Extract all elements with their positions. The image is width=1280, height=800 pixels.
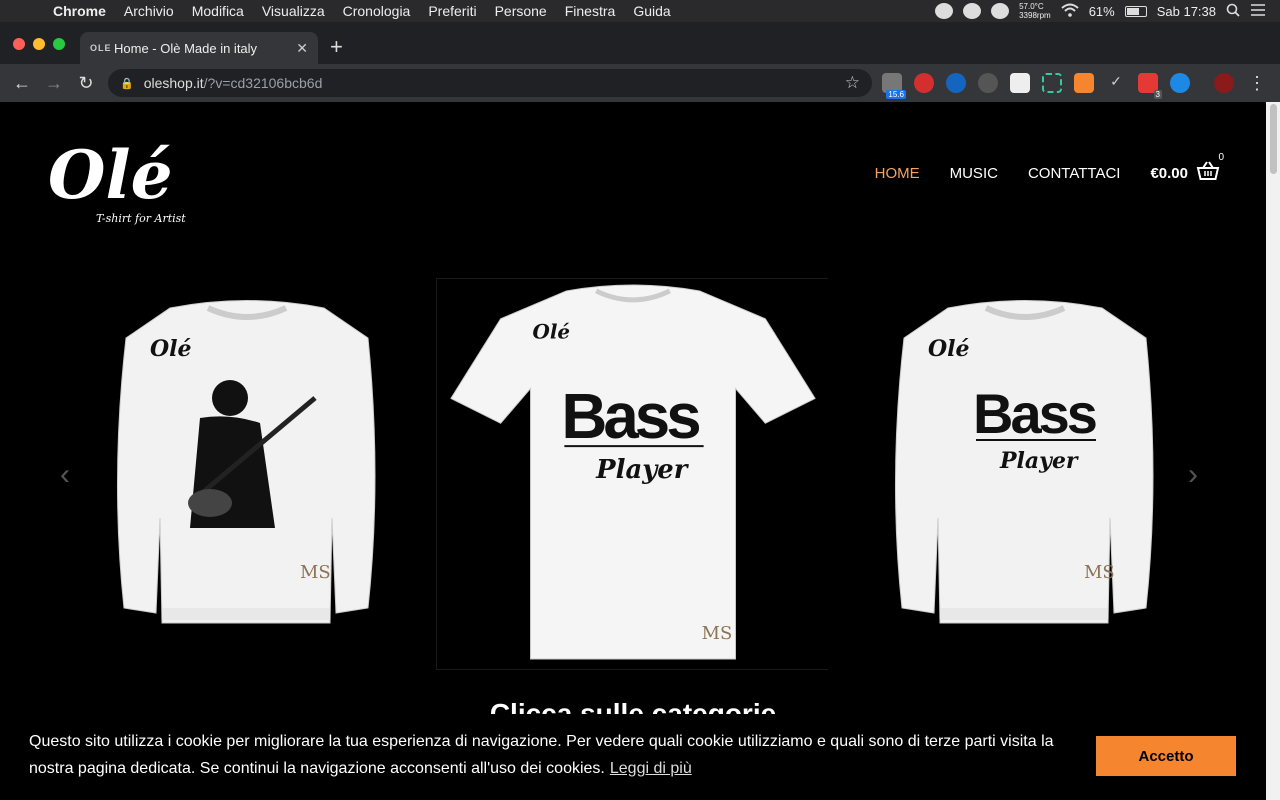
- extension-ip-icon[interactable]: [946, 73, 966, 93]
- extension-note-icon[interactable]: [1010, 73, 1030, 93]
- menu-cronologia[interactable]: Cronologia: [334, 3, 420, 19]
- m-status-icon[interactable]: [963, 3, 982, 19]
- back-arrow-icon[interactable]: ←: [6, 73, 38, 94]
- logo-tagline: T-shirt for Artist: [96, 212, 186, 225]
- notification-center-icon[interactable]: [1250, 3, 1266, 20]
- temp-value: 57.0°C: [1019, 2, 1044, 11]
- slide2-line2: Player: [595, 455, 690, 485]
- extension-stop-icon[interactable]: [914, 73, 934, 93]
- slide3-line2: Player: [999, 448, 1079, 474]
- cookie-message-container: Questo sito utilizza i cookie per miglio…: [29, 728, 1069, 782]
- clock[interactable]: Sab 17:38: [1157, 4, 1216, 19]
- menu-finestra[interactable]: Finestra: [556, 3, 625, 19]
- address-bar[interactable]: 🔒 oleshop.it/?v=cd32106bcb6d ☆: [108, 69, 872, 97]
- cart-count: 0: [1218, 152, 1224, 163]
- extension-mail-icon[interactable]: [1074, 73, 1094, 93]
- slide1-brand: Olé: [150, 336, 192, 362]
- spotlight-search-icon[interactable]: [1226, 3, 1240, 20]
- extension-recycle-icon[interactable]: [978, 73, 998, 93]
- carousel-slide-1[interactable]: Olé MS: [50, 278, 444, 670]
- forward-arrow-icon[interactable]: →: [38, 73, 70, 94]
- close-window-button[interactable]: [13, 38, 25, 50]
- carousel-next-chevron-icon[interactable]: ›: [1188, 458, 1198, 492]
- window-controls: [13, 38, 65, 50]
- extension-badge: 15.6: [886, 90, 906, 99]
- nav-contattaci[interactable]: CONTATTACI: [1028, 165, 1121, 182]
- menu-visualizza[interactable]: Visualizza: [253, 3, 334, 19]
- reload-icon[interactable]: ↻: [70, 73, 102, 94]
- site-logo[interactable]: Olé T-shirt for Artist: [40, 120, 200, 230]
- nav-music[interactable]: MUSIC: [950, 165, 998, 182]
- menu-modifica[interactable]: Modifica: [183, 3, 253, 19]
- chrome-menu-icon[interactable]: ⋮: [1248, 73, 1266, 94]
- cloud-status-icon[interactable]: [991, 3, 1010, 19]
- scrollbar-thumb[interactable]: [1270, 104, 1277, 174]
- extension-count-badge: 3: [1153, 90, 1162, 99]
- rpm-value: 3398rpm: [1019, 11, 1051, 20]
- cart-total: €0.00: [1150, 164, 1188, 182]
- browser-toolbar: ← → ↻ 🔒 oleshop.it/?v=cd32106bcb6d ☆ 15.…: [0, 64, 1280, 102]
- wifi-icon[interactable]: [1061, 3, 1079, 20]
- cart-button[interactable]: €0.00 0: [1150, 152, 1224, 186]
- tab-favicon: OLE: [90, 43, 112, 53]
- logo-text: Olé: [48, 136, 173, 214]
- main-nav: HOME MUSIC CONTATTACI €0.00 0: [875, 152, 1224, 186]
- slide2-brand: Olé: [533, 320, 571, 344]
- menu-archivio[interactable]: Archivio: [115, 3, 183, 19]
- carousel-prev-chevron-icon[interactable]: ‹: [60, 458, 70, 492]
- cookie-banner: Questo sito utilizza i cookie per miglio…: [0, 714, 1266, 800]
- temperature-readout[interactable]: 57.0°C 3398rpm: [1019, 2, 1051, 20]
- web-page: Olé T-shirt for Artist HOME MUSIC CONTAT…: [0, 102, 1266, 800]
- slide3-line1: Bass: [973, 382, 1096, 445]
- extension-screenshot-icon[interactable]: [1042, 73, 1062, 93]
- extension-speed-icon[interactable]: 15.6: [882, 73, 906, 99]
- lock-icon[interactable]: 🔒: [120, 77, 134, 90]
- close-tab-icon[interactable]: ✕: [296, 40, 308, 57]
- battery-percent[interactable]: 61%: [1089, 4, 1115, 19]
- extension-check-icon[interactable]: ✓: [1106, 73, 1126, 93]
- tab-title: Home - Olè Made in italy: [114, 40, 258, 56]
- carousel-slide-3[interactable]: Olé Bass Player MS: [828, 278, 1222, 670]
- menu-guida[interactable]: Guida: [624, 3, 679, 19]
- extension-todo-icon[interactable]: 3: [1138, 73, 1162, 99]
- url-host: oleshop.it: [143, 75, 204, 91]
- menu-persone[interactable]: Persone: [486, 3, 556, 19]
- slide2-mark: MS: [702, 623, 733, 644]
- nav-home[interactable]: HOME: [875, 165, 920, 182]
- browser-tab-active[interactable]: OLE Home - Olè Made in italy ✕: [80, 32, 318, 64]
- cookie-accept-button[interactable]: Accetto: [1096, 736, 1236, 776]
- battery-icon[interactable]: [1124, 5, 1147, 17]
- menu-preferiti[interactable]: Preferiti: [419, 3, 485, 19]
- url-path: /?v=cd32106bcb6d: [203, 75, 323, 91]
- new-tab-button[interactable]: +: [330, 36, 343, 58]
- slide3-mark: MS: [1084, 562, 1115, 583]
- extensions-area: 15.6 ✓ 3: [882, 73, 1234, 99]
- basket-icon: [1196, 160, 1220, 186]
- extension-plus-icon[interactable]: [1170, 73, 1190, 93]
- checkmark-status-icon[interactable]: [935, 3, 954, 19]
- page-scrollbar[interactable]: [1266, 102, 1280, 800]
- carousel-slide-2[interactable]: Olé Bass Player MS: [436, 278, 830, 670]
- profile-avatar[interactable]: [1214, 73, 1234, 93]
- macos-menubar: Chrome Archivio Modifica Visualizza Cron…: [0, 0, 1280, 22]
- minimize-window-button[interactable]: [33, 38, 45, 50]
- slide1-mark: MS: [300, 562, 331, 583]
- menu-app-name[interactable]: Chrome: [44, 3, 115, 19]
- slide2-line1: Bass: [561, 381, 699, 452]
- slide3-brand: Olé: [928, 336, 970, 362]
- maximize-window-button[interactable]: [53, 38, 65, 50]
- product-carousel: Olé MS Olé Bass Player MS Olé Bass Playe…: [50, 278, 1222, 670]
- browser-tabstrip: OLE Home - Olè Made in italy ✕ +: [0, 22, 1280, 64]
- cookie-message: Questo sito utilizza i cookie per miglio…: [29, 733, 1054, 777]
- cookie-read-more-link[interactable]: Leggi di più: [610, 760, 692, 777]
- bookmark-star-icon[interactable]: ☆: [845, 73, 860, 93]
